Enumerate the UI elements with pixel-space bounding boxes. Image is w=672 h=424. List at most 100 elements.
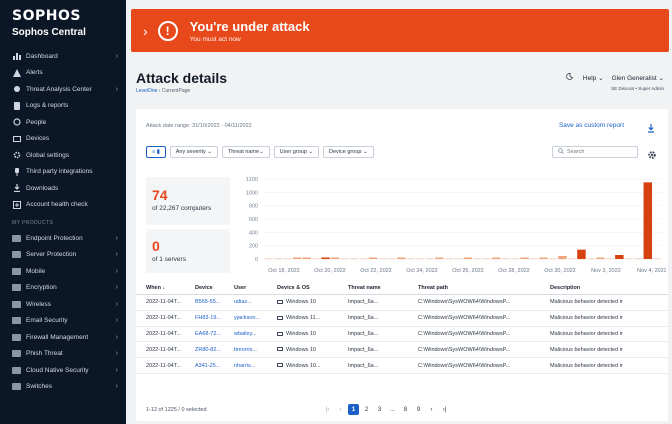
product-icon xyxy=(12,366,21,375)
product-server-protection[interactable]: Server Protection › xyxy=(0,247,126,264)
chart-bar[interactable] xyxy=(330,257,340,260)
user-group-filter[interactable]: User group ⌄ xyxy=(273,146,320,158)
chart-bar[interactable] xyxy=(463,257,472,260)
chart-bar[interactable] xyxy=(321,257,330,260)
attack-banner[interactable]: › ! You're under attack You must act now xyxy=(131,9,669,52)
chart-bar[interactable] xyxy=(520,257,529,260)
chevron-right-icon[interactable]: › xyxy=(143,23,148,39)
cell-user-link[interactable]: nharris... xyxy=(234,363,277,369)
column-header-threat-path[interactable]: Threat path xyxy=(418,285,550,291)
column-header-device[interactable]: Device xyxy=(195,285,234,291)
chart-bar[interactable] xyxy=(368,257,378,260)
cell-user-link[interactable]: udiaz... xyxy=(234,299,277,305)
user-menu[interactable]: Glen Generalist ⌄ xyxy=(612,74,664,82)
cell-device-link[interactable]: EA68-72... xyxy=(195,331,234,337)
sidebar: SOPHOS Sophos Central Dashboard › Alerts… xyxy=(0,0,126,424)
chart-bar[interactable] xyxy=(577,249,586,259)
chart-bar[interactable] xyxy=(435,257,444,260)
page-button-2[interactable]: 2 xyxy=(361,404,372,415)
chart-bar[interactable] xyxy=(615,255,624,259)
sidebar-item-alerts[interactable]: Alerts xyxy=(0,65,126,82)
column-header-when[interactable]: When ↓ xyxy=(136,285,195,291)
sidebar-item-dashboard[interactable]: Dashboard › xyxy=(0,48,126,65)
product-label: Email Security xyxy=(26,317,68,325)
x-tick-label: Oct 22, 2022 xyxy=(360,268,392,274)
table-row[interactable]: 2022-11-04T... ZR80-82... bmorris... Win… xyxy=(136,342,668,359)
zero-bar xyxy=(549,258,557,260)
column-header-device-os[interactable]: Device & OS xyxy=(277,285,348,291)
next-page-icon[interactable]: › xyxy=(426,404,437,415)
device-group-filter[interactable]: Device group ⌄ xyxy=(323,146,374,158)
product-switches[interactable]: Switches › xyxy=(0,379,126,396)
sidebar-item-logs-reports[interactable]: Logs & reports xyxy=(0,98,126,115)
search-input[interactable] xyxy=(567,149,637,155)
y-tick-label: 200 xyxy=(249,244,258,250)
cell-user-link[interactable]: wbailey... xyxy=(234,331,277,337)
table-row[interactable]: 2022-11-04T... A341-25... nharris... Win… xyxy=(136,358,668,374)
cell-device-link[interactable]: A341-25... xyxy=(195,363,234,369)
product-phish-threat[interactable]: Phish Threat › xyxy=(0,346,126,363)
threat-name-filter[interactable]: Threat name ⌄ xyxy=(221,146,270,158)
table-row[interactable]: 2022-11-04T... EA68-72... wbailey... Win… xyxy=(136,327,668,343)
cell-device-link[interactable]: B565-55... xyxy=(195,299,234,305)
user-name: Glen Generalist xyxy=(611,74,657,82)
severity-filter[interactable]: Any severity ⌄ xyxy=(169,146,218,158)
product-encryption[interactable]: Encryption › xyxy=(0,280,126,297)
chart-bar[interactable] xyxy=(539,257,548,260)
sidebar-item-account-health-check[interactable]: Account health check xyxy=(0,197,126,214)
cell-user-link[interactable]: yjackson... xyxy=(234,315,277,321)
chart-bar[interactable] xyxy=(491,257,501,260)
zero-bar xyxy=(634,258,643,260)
sidebar-item-people[interactable]: People xyxy=(0,114,126,131)
product-endpoint-protection[interactable]: Endpoint Protection › xyxy=(0,230,126,247)
cell-when: 2022-11-04T... xyxy=(146,362,182,369)
chart-bar[interactable] xyxy=(558,256,567,259)
column-header-description[interactable]: Description xyxy=(550,285,668,291)
computers-stat[interactable]: 74 of 22,267 computers xyxy=(146,177,230,225)
last-page-icon[interactable]: ›| xyxy=(439,404,450,415)
download-icon[interactable] xyxy=(646,120,656,133)
x-tick-label: Oct 30, 2022 xyxy=(544,268,576,274)
save-custom-report-link[interactable]: Save as custom report xyxy=(559,122,624,129)
product-cloud-native-security[interactable]: Cloud Native Security › xyxy=(0,362,126,379)
sidebar-item-threat-analysis-center[interactable]: Threat Analysis Center › xyxy=(0,81,126,98)
help-menu[interactable]: Help ⌄ xyxy=(583,74,604,82)
page-button-1[interactable]: 1 xyxy=(348,404,359,415)
cell-device-link[interactable]: ZR80-82... xyxy=(195,347,234,353)
sidebar-item-global-settings[interactable]: Global settings xyxy=(0,147,126,164)
page-button-8[interactable]: 8 xyxy=(400,404,411,415)
first-page-icon[interactable]: |‹ xyxy=(322,404,333,415)
cell-user-link[interactable]: bmorris... xyxy=(234,347,277,353)
sidebar-item-third-party-integrations[interactable]: Third party integrations xyxy=(0,164,126,181)
chart-bar[interactable] xyxy=(292,257,302,260)
sophos-logo[interactable]: SOPHOS xyxy=(12,8,114,24)
product-label: Cloud Native Security xyxy=(26,366,89,374)
sidebar-item-label: Threat Analysis Center xyxy=(26,85,92,93)
servers-stat[interactable]: 0 of 1 servers xyxy=(146,229,230,273)
y-tick-label: 1000 xyxy=(246,190,258,196)
view-toggle-button[interactable]: ≡ ▮ xyxy=(146,146,166,158)
zero-bar xyxy=(445,258,453,260)
breadcrumb-root[interactable]: LevelOne xyxy=(136,88,157,94)
prev-page-icon[interactable]: ‹ xyxy=(335,404,346,415)
page-button-9[interactable]: 9 xyxy=(413,404,424,415)
theme-toggle-icon[interactable] xyxy=(566,73,574,82)
sidebar-item-devices[interactable]: Devices xyxy=(0,131,126,148)
product-firewall-management[interactable]: Firewall Management › xyxy=(0,329,126,346)
chart-bar[interactable] xyxy=(596,257,605,260)
product-email-security[interactable]: Email Security › xyxy=(0,313,126,330)
sidebar-item-downloads[interactable]: Downloads xyxy=(0,180,126,197)
chart-bar[interactable] xyxy=(643,182,653,259)
cell-device-link[interactable]: FH83-19... xyxy=(195,315,234,321)
chart-bar[interactable] xyxy=(302,257,311,260)
column-header-user[interactable]: User xyxy=(234,285,277,291)
table-row[interactable]: 2022-11-04T... FH83-19... yjackson... Wi… xyxy=(136,311,668,327)
page-button-3[interactable]: 3 xyxy=(374,404,385,415)
product-mobile[interactable]: Mobile › xyxy=(0,263,126,280)
settings-gear-icon[interactable] xyxy=(647,147,657,159)
chevron-down-icon: ⌄ xyxy=(207,149,212,155)
table-row[interactable]: 2022-11-04T... B565-55... udiaz... Windo… xyxy=(136,295,668,311)
column-header-threat-name[interactable]: Threat name xyxy=(348,285,418,291)
product-wireless[interactable]: Wireless › xyxy=(0,296,126,313)
chart-bar[interactable] xyxy=(397,257,406,260)
